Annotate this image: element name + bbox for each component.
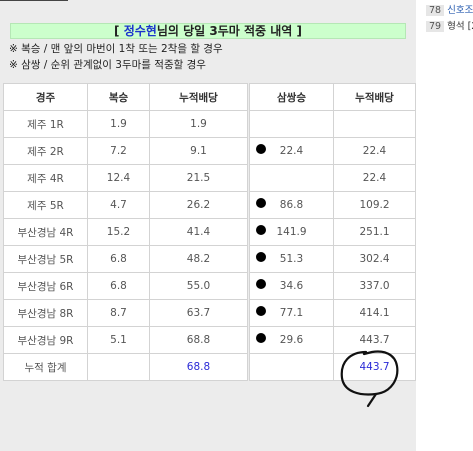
side-list: 78신호조 79형석 [2	[418, 0, 473, 451]
item-number: 79	[426, 21, 445, 32]
item-link[interactable]: 신호조	[447, 5, 473, 16]
content-panel: [ 정수현님의 당일 3두마 적중 내역 ] ※ 복승 / 맨 앞의 마번이 1…	[0, 0, 416, 451]
item-link[interactable]: 형석 [2	[447, 21, 473, 32]
list-item[interactable]: 78 신호조	[426, 2, 473, 16]
item-number: 78	[426, 5, 445, 16]
list-item[interactable]: 79형석 [2	[426, 18, 473, 32]
hand-drawn-circle	[340, 350, 399, 408]
